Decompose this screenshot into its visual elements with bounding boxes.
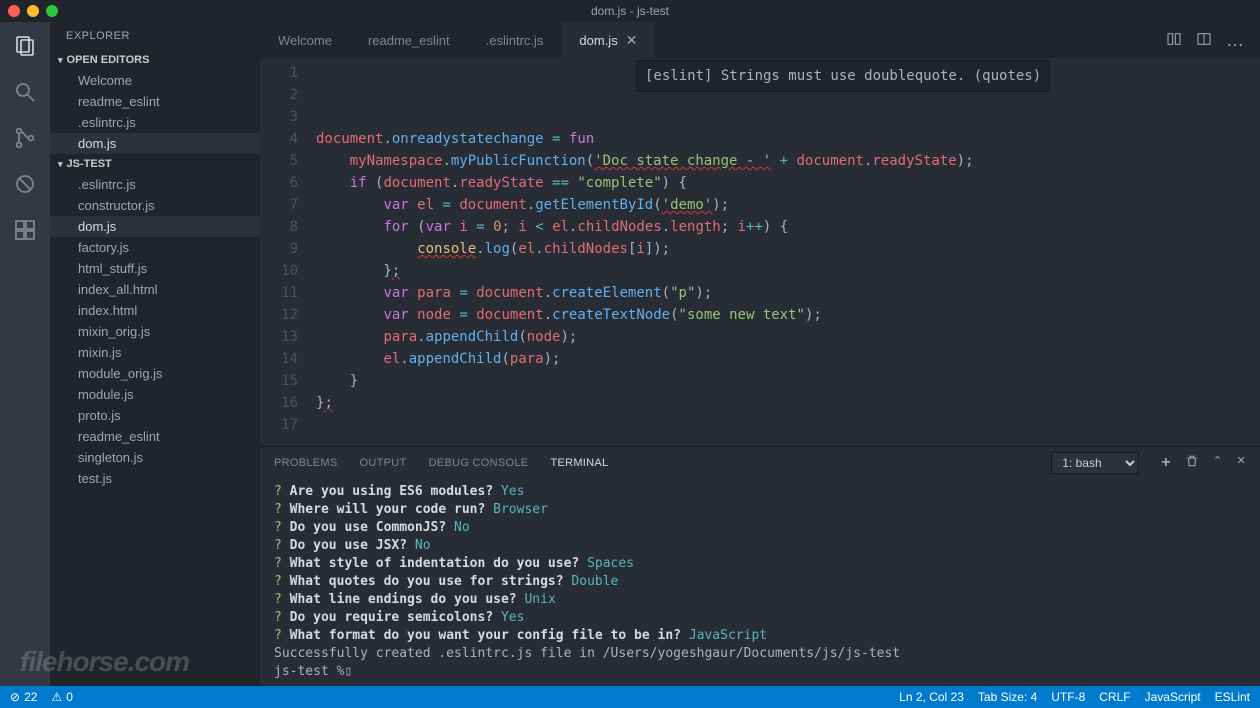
open-editor-item[interactable]: Welcome — [50, 70, 260, 91]
file-item[interactable]: dom.js — [50, 216, 260, 237]
status-warnings[interactable]: ⚠ 0 — [51, 690, 72, 704]
panel-tab[interactable]: OUTPUT — [360, 457, 407, 469]
search-icon[interactable] — [11, 78, 39, 106]
file-item[interactable]: module_orig.js — [50, 363, 260, 384]
status-encoding[interactable]: UTF-8 — [1051, 690, 1085, 704]
status-language[interactable]: JavaScript — [1145, 690, 1201, 704]
more-actions-icon[interactable]: … — [1226, 30, 1246, 51]
file-item[interactable]: index.html — [50, 300, 260, 321]
file-item[interactable]: readme_eslint — [50, 426, 260, 447]
file-item[interactable]: proto.js — [50, 405, 260, 426]
file-item[interactable]: test.js — [50, 468, 260, 489]
explorer-header: EXPLORER — [50, 22, 260, 50]
split-editor-icon[interactable] — [1196, 31, 1212, 50]
panel-tab[interactable]: DEBUG CONSOLE — [429, 457, 529, 469]
statusbar: ⊘ 22 ⚠ 0 Ln 2, Col 23 Tab Size: 4 UTF-8 … — [0, 686, 1260, 708]
new-terminal-icon[interactable]: + — [1161, 454, 1171, 472]
extensions-icon[interactable] — [11, 216, 39, 244]
editor[interactable]: 1234567891011121314151617 [eslint] Strin… — [260, 58, 1260, 446]
open-editor-item[interactable]: readme_eslint — [50, 91, 260, 112]
debug-icon[interactable] — [11, 170, 39, 198]
file-item[interactable]: singleton.js — [50, 447, 260, 468]
close-tab-icon[interactable]: ✕ — [626, 32, 638, 49]
close-panel-icon[interactable]: ✕ — [1236, 454, 1246, 472]
code-content[interactable]: [eslint] Strings must use doublequote. (… — [316, 58, 1260, 446]
editor-tab[interactable]: dom.js ✕ — [561, 22, 655, 58]
open-editor-item[interactable]: .eslintrc.js — [50, 112, 260, 133]
status-eslint[interactable]: ESLint — [1215, 690, 1250, 704]
terminal[interactable]: ? Are you using ES6 modules? Yes? Where … — [260, 479, 1260, 686]
editor-tab[interactable]: .eslintrc.js — [468, 22, 562, 58]
panel-tab[interactable]: PROBLEMS — [274, 457, 338, 469]
terminal-select[interactable]: 1: bash — [1051, 452, 1139, 474]
file-item[interactable]: constructor.js — [50, 195, 260, 216]
file-item[interactable]: factory.js — [50, 237, 260, 258]
project-section[interactable]: JS-TEST — [50, 154, 260, 174]
source-control-icon[interactable] — [11, 124, 39, 152]
panel: PROBLEMS OUTPUT DEBUG CONSOLE TERMINAL 1: b… — [260, 446, 1260, 686]
tab-label: readme_eslint — [368, 33, 450, 48]
sidebar: EXPLORER OPEN EDITORS Welcomereadme_esli… — [50, 22, 260, 686]
status-cursor[interactable]: Ln 2, Col 23 — [899, 690, 964, 704]
open-editors-section[interactable]: OPEN EDITORS — [50, 50, 260, 70]
status-eol[interactable]: CRLF — [1099, 690, 1130, 704]
open-editor-item[interactable]: dom.js — [50, 133, 260, 154]
tab-label: Welcome — [278, 33, 332, 48]
editor-tab[interactable]: readme_eslint — [350, 22, 468, 58]
window-title: dom.js - js-test — [0, 4, 1260, 18]
tab-label: dom.js — [579, 33, 617, 48]
file-item[interactable]: index_all.html — [50, 279, 260, 300]
file-item[interactable]: .eslintrc.js — [50, 174, 260, 195]
editor-tab[interactable]: Welcome — [260, 22, 350, 58]
activity-bar — [0, 22, 50, 686]
gutter: 1234567891011121314151617 — [260, 58, 316, 446]
eslint-tooltip: [eslint] Strings must use doublequote. (… — [636, 60, 1050, 92]
file-item[interactable]: mixin.js — [50, 342, 260, 363]
compare-split-icon[interactable] — [1166, 31, 1182, 50]
maximize-panel-icon[interactable]: ⌃ — [1213, 454, 1223, 472]
file-item[interactable]: html_stuff.js — [50, 258, 260, 279]
titlebar: dom.js - js-test — [0, 0, 1260, 22]
tabstrip: Welcomereadme_eslint.eslintrc.jsdom.js✕ … — [260, 22, 1260, 58]
file-item[interactable]: mixin_orig.js — [50, 321, 260, 342]
explorer-icon[interactable] — [11, 32, 39, 60]
kill-terminal-icon[interactable] — [1185, 454, 1199, 472]
file-item[interactable]: module.js — [50, 384, 260, 405]
status-indentation[interactable]: Tab Size: 4 — [978, 690, 1037, 704]
tab-label: .eslintrc.js — [486, 33, 544, 48]
status-errors[interactable]: ⊘ 22 — [10, 690, 37, 704]
panel-tab[interactable]: TERMINAL — [550, 457, 608, 469]
